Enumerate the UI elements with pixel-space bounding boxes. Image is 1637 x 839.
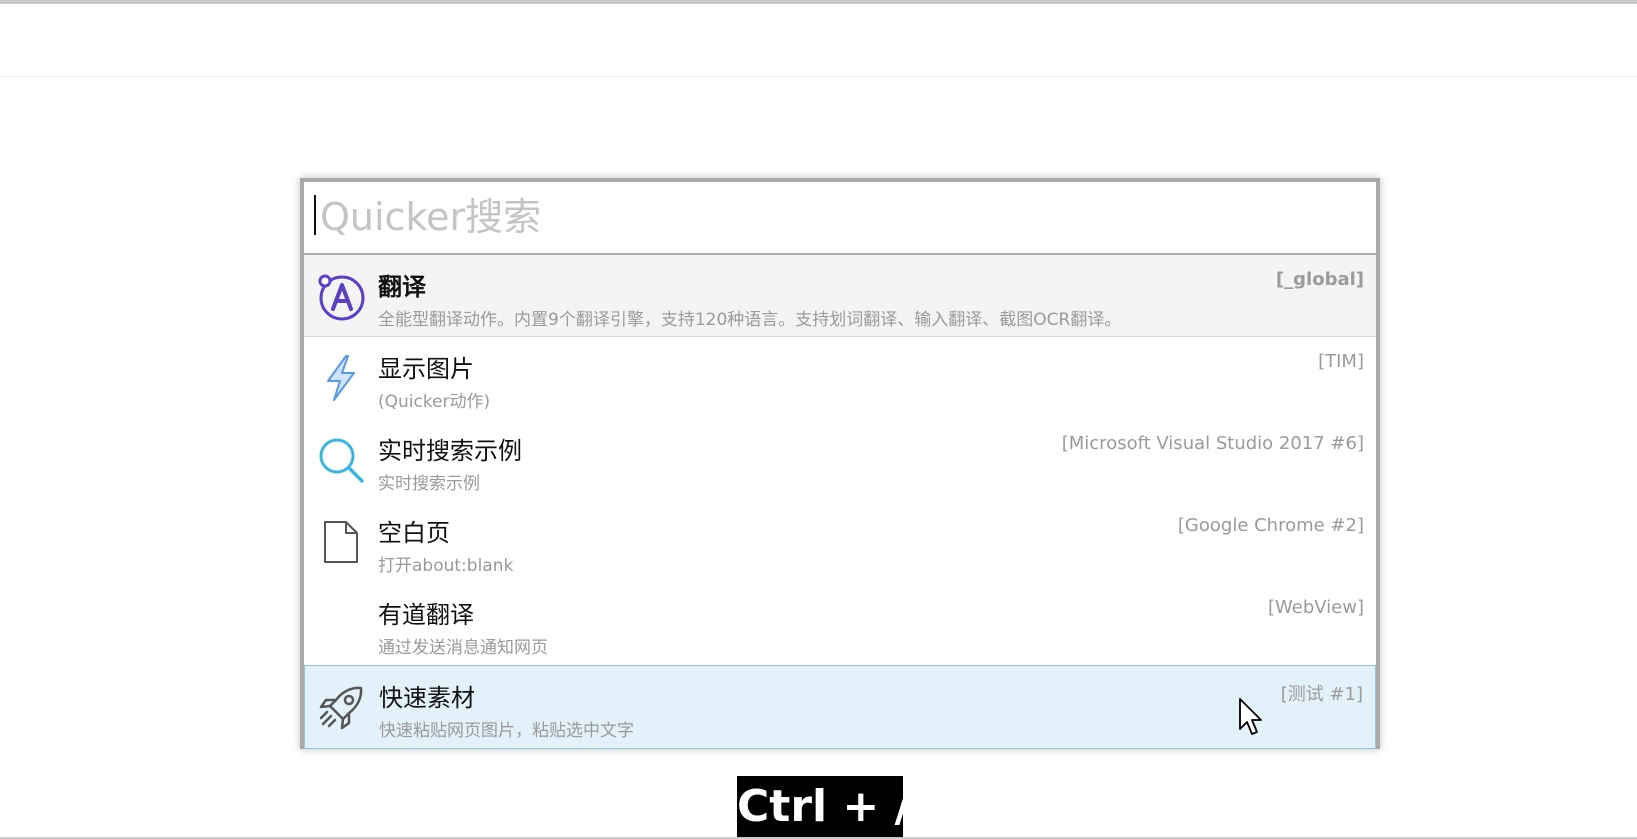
result-subtitle: 全能型翻译动作。内置9个翻译引擎，支持120种语言。支持划词翻译、输入翻译、截图… <box>378 310 1122 330</box>
result-title: 显示图片 <box>378 355 474 383</box>
search-icon <box>316 435 366 485</box>
translate-a-icon <box>316 271 366 321</box>
result-item-quick-material[interactable]: 快速素材 快速粘贴网页图片，粘贴选中文字 [测试 #1] <box>304 665 1376 749</box>
rocket-icon <box>317 682 367 732</box>
mouse-pointer-icon <box>1238 697 1264 737</box>
result-subtitle: 通过发送消息通知网页 <box>378 638 548 658</box>
search-box[interactable] <box>304 182 1376 255</box>
lightning-icon <box>316 353 366 403</box>
result-context-tag: [_global] <box>1275 269 1364 290</box>
quicker-search-window: 翻译 全能型翻译动作。内置9个翻译引擎，支持120种语言。支持划词翻译、输入翻译… <box>300 178 1380 749</box>
result-subtitle: 打开about:blank <box>378 556 514 576</box>
result-title: 空白页 <box>378 519 450 547</box>
header-divider <box>0 76 1637 77</box>
result-title: 翻译 <box>378 273 426 301</box>
result-item-live-search[interactable]: 实时搜索示例 实时搜索示例 [Microsoft Visual Studio 2… <box>304 419 1376 501</box>
shortcut-key-badge: Ctrl + / <box>737 776 911 838</box>
result-context-tag: [Microsoft Visual Studio 2017 #6] <box>1061 433 1364 454</box>
result-title: 有道翻译 <box>378 601 474 629</box>
result-context-tag: [测试 #1] <box>1280 684 1363 705</box>
result-subtitle: 快速粘贴网页图片，粘贴选中文字 <box>379 721 634 741</box>
text-caret <box>314 195 316 235</box>
result-context-tag: [TIM] <box>1318 351 1364 372</box>
result-title: 快速素材 <box>379 684 475 712</box>
result-context-tag: [WebView] <box>1267 597 1364 618</box>
search-input[interactable] <box>320 186 1360 248</box>
blank-page-icon <box>316 517 366 567</box>
result-subtitle: (Quicker动作) <box>378 392 491 412</box>
result-subtitle: 实时搜索示例 <box>378 474 480 494</box>
result-item-youdao-translate[interactable]: 有道翻译 通过发送消息通知网页 [WebView] <box>304 583 1376 665</box>
result-item-translate[interactable]: 翻译 全能型翻译动作。内置9个翻译引擎，支持120种语言。支持划词翻译、输入翻译… <box>304 255 1376 337</box>
result-title: 实时搜索示例 <box>378 437 522 465</box>
result-context-tag: [Google Chrome #2] <box>1177 515 1364 536</box>
result-item-show-image[interactable]: 显示图片 (Quicker动作) [TIM] <box>304 337 1376 419</box>
results-list: 翻译 全能型翻译动作。内置9个翻译引擎，支持120种语言。支持划词翻译、输入翻译… <box>304 255 1376 749</box>
result-item-blank-page[interactable]: 空白页 打开about:blank [Google Chrome #2] <box>304 501 1376 583</box>
window-top-border <box>0 0 1637 4</box>
